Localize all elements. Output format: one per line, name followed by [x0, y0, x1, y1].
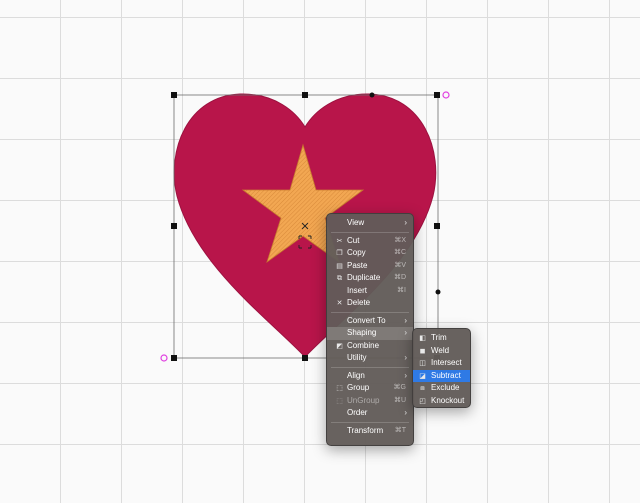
submenu-label-trim: Trim: [431, 333, 447, 342]
submenu-item-intersect[interactable]: ◫ Intersect: [413, 357, 470, 370]
menu-item-insert[interactable]: Insert ⌘I: [327, 285, 413, 298]
handle-bottom-left: [171, 355, 177, 361]
menu-separator: [331, 231, 409, 233]
menu-label-delete: Delete: [347, 298, 371, 307]
submenu-item-trim[interactable]: ◧ Trim: [413, 332, 470, 345]
menu-item-ungroup[interactable]: ⬚ UnGroup ⌘U: [327, 395, 413, 408]
menu-label-transform: Transform: [347, 425, 384, 435]
delete-icon: ✕: [336, 300, 343, 307]
menu-label-cut: Cut: [347, 235, 360, 245]
handle-top-center: [302, 92, 308, 98]
menu-label-align: Align: [347, 370, 365, 380]
menu-label-convert-to: Convert To: [347, 315, 386, 325]
menu-separator: [331, 421, 409, 423]
submenu-label-exclude: Exclude: [431, 383, 460, 392]
menu-item-convert-to[interactable]: Convert To ›: [327, 315, 413, 328]
menu-label-view: View: [347, 218, 365, 227]
menu-item-combine[interactable]: ◩ Combine: [327, 340, 413, 353]
menu-separator: [331, 311, 409, 313]
chevron-right-icon: ›: [404, 353, 407, 362]
artwork-layer: [160, 91, 450, 362]
menu-item-cut[interactable]: ✂ Cut ⌘X: [327, 235, 413, 248]
submenu-label-weld: Weld: [431, 345, 450, 355]
handle-middle-left: [171, 223, 177, 229]
context-menu: View › ✂ Cut ⌘X ❐ Copy ⌘C ▤ Paste ⌘V ⧉ Duplicate…: [326, 213, 414, 446]
menu-item-group[interactable]: ⬚ Group ⌘G: [327, 382, 413, 395]
menu-item-paste[interactable]: ▤ Paste ⌘V: [327, 260, 413, 273]
menu-item-copy[interactable]: ❐ Copy ⌘C: [327, 247, 413, 260]
rotate-handle-top-right: [442, 91, 450, 99]
shortcut-ungroup: ⌘U: [393, 396, 406, 404]
menu-label-paste: Paste: [347, 260, 368, 270]
shaping-submenu: ◧ Trim ◼ Weld ◫ Intersect ◪ Subtract ⧈ Exclud…: [412, 328, 471, 408]
shortcut-insert: ⌘I: [397, 286, 406, 294]
chevron-right-icon: ›: [404, 315, 407, 325]
submenu-label-subtract: Subtract: [431, 370, 461, 380]
menu-item-align[interactable]: Align ›: [327, 370, 413, 383]
menu-separator: [331, 366, 409, 368]
shortcut-duplicate: ⌘D: [393, 274, 406, 281]
menu-label-duplicate: Duplicate: [347, 273, 381, 282]
menu-label-insert: Insert: [347, 285, 368, 295]
submenu-label-intersect: Intersect: [431, 358, 462, 367]
submenu-label-knockout: Knockout: [431, 395, 465, 405]
handle-top-right: [434, 92, 440, 98]
menu-item-duplicate[interactable]: ⧉ Duplicate ⌘D: [327, 272, 413, 285]
menu-item-shaping[interactable]: Shaping ›: [327, 327, 413, 340]
menu-item-view[interactable]: View ›: [327, 217, 413, 230]
menu-label-ungroup: UnGroup: [347, 395, 380, 405]
submenu-item-exclude[interactable]: ⧈ Exclude: [413, 382, 470, 395]
menu-label-group: Group: [347, 383, 370, 392]
chevron-right-icon: ›: [404, 370, 407, 380]
chevron-right-icon: ›: [404, 408, 407, 417]
shortcut-group: ⌘G: [393, 384, 406, 391]
shortcut-transform: ⌘T: [394, 426, 406, 434]
submenu-item-knockout[interactable]: ◰ Knockout: [413, 395, 470, 408]
menu-label-copy: Copy: [347, 248, 366, 257]
menu-label-combine: Combine: [347, 340, 380, 350]
chevron-right-icon: ›: [404, 218, 407, 227]
shortcut-copy: ⌘C: [393, 249, 406, 256]
handle-bottom-center: [302, 355, 308, 361]
menu-item-transform[interactable]: Transform ⌘T: [327, 425, 413, 438]
knockout-icon: ◰: [419, 397, 426, 405]
chevron-right-icon: ›: [404, 328, 407, 337]
menu-item-utility[interactable]: Utility ›: [327, 352, 413, 365]
menu-item-delete[interactable]: ✕ Delete: [327, 297, 413, 310]
menu-label-order: Order: [347, 408, 368, 417]
handle-top-left: [171, 92, 177, 98]
rotate-handle-bottom-left: [160, 354, 168, 362]
submenu-item-weld[interactable]: ◼ Weld: [413, 345, 470, 358]
menu-item-order[interactable]: Order ›: [327, 407, 413, 420]
shortcut-cut: ⌘X: [394, 236, 406, 244]
shortcut-paste: ⌘V: [394, 261, 406, 269]
menu-label-utility: Utility: [347, 353, 367, 362]
handle-middle-right: [434, 223, 440, 229]
submenu-item-subtract[interactable]: ◪ Subtract: [413, 369, 470, 382]
menu-label-shaping: Shaping: [347, 328, 377, 337]
